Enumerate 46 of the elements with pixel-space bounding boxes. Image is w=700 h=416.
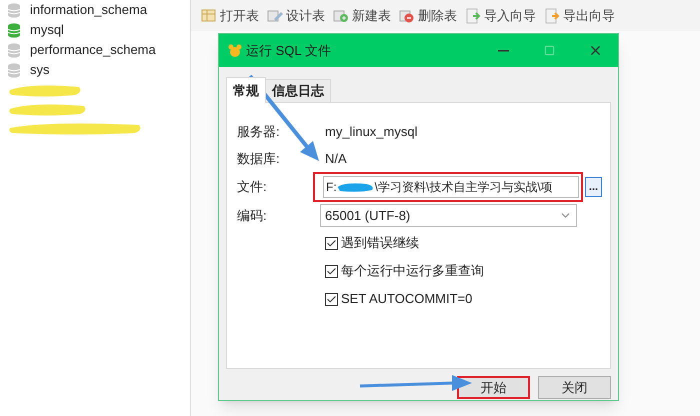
checkbox-option[interactable]: 遇到错误继续	[325, 229, 610, 257]
field-value: my_linux_mysql	[325, 122, 418, 141]
dialog-button[interactable]: 开始	[457, 376, 530, 399]
toolbar-button[interactable]: 删除表	[398, 6, 458, 26]
path-text: F:	[326, 179, 337, 196]
pencil-table-icon	[267, 8, 283, 24]
toolbar-button[interactable]: 设计表	[266, 6, 326, 26]
file-path-field[interactable]: F: \学习资料\技术自主学习与实战\项	[323, 176, 579, 198]
field-label: 编码:	[237, 206, 268, 225]
minimize-icon	[498, 50, 508, 52]
browse-button[interactable]: ...	[585, 177, 602, 197]
field-label: 文件:	[237, 178, 268, 196]
database-item[interactable]: mysql	[8, 20, 190, 40]
checkbox[interactable]	[325, 292, 338, 306]
field-label: 服务器:	[237, 122, 281, 141]
checkbox-option[interactable]: 每个运行中运行多重查询	[325, 257, 610, 285]
database-icon	[8, 22, 20, 38]
window-title: 运行 SQL 文件	[246, 42, 331, 60]
tab[interactable]: 信息日志	[266, 79, 331, 102]
dialog-button[interactable]: 关闭	[538, 376, 611, 399]
database-item[interactable]: information_schema	[8, 0, 190, 20]
app-icon	[228, 44, 242, 57]
database-item[interactable]: sys	[8, 60, 190, 80]
scribble	[336, 181, 375, 193]
export-icon	[544, 8, 560, 24]
toolbar-button[interactable]: 导入向导	[464, 6, 537, 26]
field-value: N/A	[325, 150, 347, 168]
checkbox-option[interactable]: SET AUTOCOMMIT=0	[325, 285, 610, 313]
import-icon	[465, 8, 481, 24]
tab[interactable]: 常规	[226, 77, 266, 103]
encoding-dropdown[interactable]: 65001 (UTF-8)	[320, 204, 577, 227]
toolbar-button[interactable]: 导出向导	[543, 6, 616, 26]
remove-table-icon	[399, 8, 415, 24]
checkbox[interactable]	[325, 236, 338, 250]
path-text: \学习资料\技术自主学习与实战\项	[374, 179, 553, 196]
toolbar-button[interactable]: 新建表	[332, 6, 392, 26]
toolbar-button[interactable]: 打开表	[200, 6, 260, 26]
field-label: 数据库:	[237, 150, 281, 168]
database-icon	[8, 62, 20, 78]
table-icon	[201, 8, 217, 24]
maximize-icon	[544, 45, 554, 56]
add-table-icon	[333, 8, 349, 24]
database-icon	[8, 42, 20, 58]
checkbox[interactable]	[325, 264, 338, 278]
database-icon	[8, 2, 20, 18]
database-item[interactable]: performance_schema	[8, 40, 190, 60]
